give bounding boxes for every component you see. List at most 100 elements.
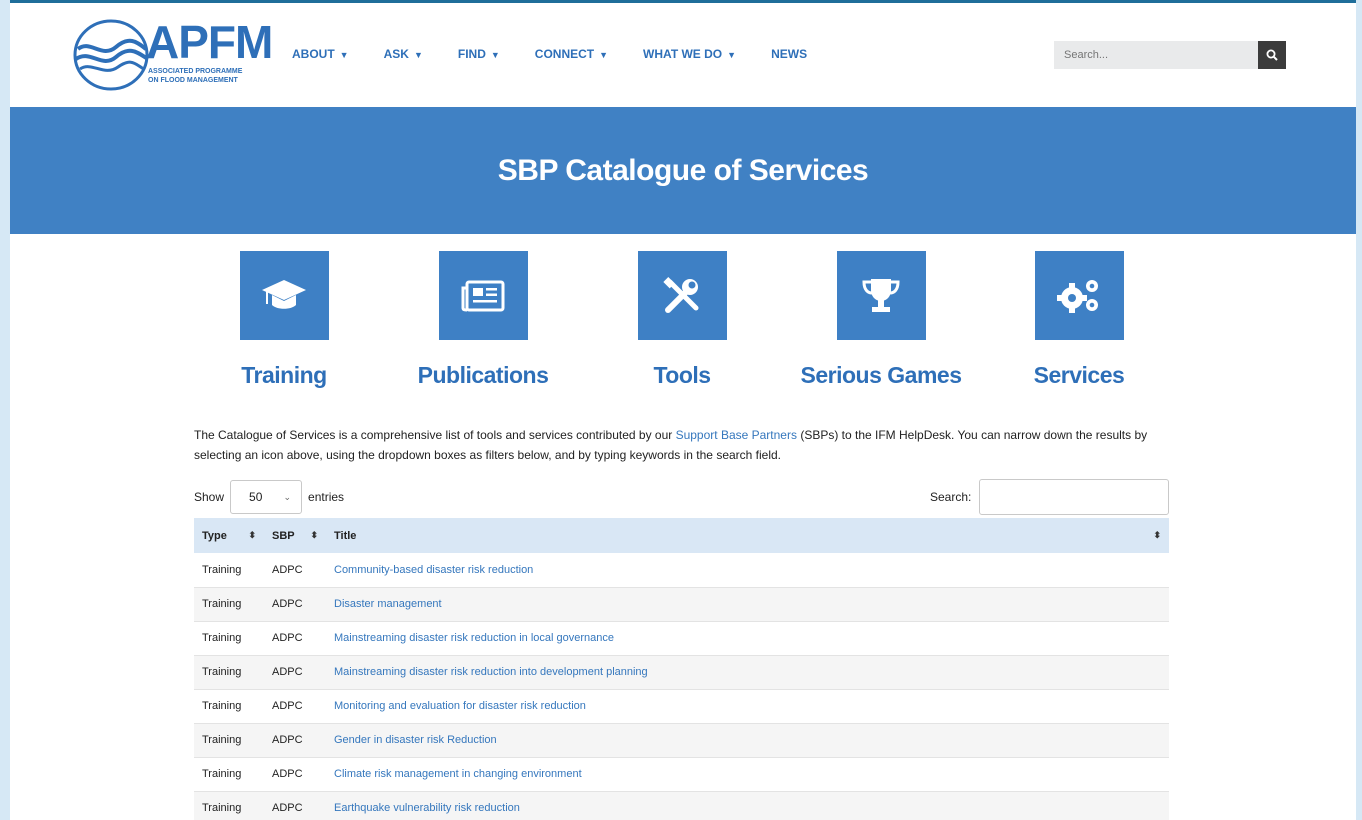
nav-news-label: NEWS: [771, 47, 808, 61]
cell-sbp: ADPC: [272, 802, 303, 814]
search-icon: [1266, 49, 1278, 61]
caret-down-icon: ▼: [599, 50, 609, 60]
cell-type: Training: [202, 632, 242, 644]
table-row: Training ADPC Climate risk management in c…: [194, 757, 1169, 791]
cell-type: Training: [202, 768, 242, 780]
show-label: Show: [194, 490, 225, 504]
table-search: Search:: [930, 479, 1170, 515]
cell-type: Training: [202, 598, 242, 610]
caret-down-icon: ▼: [413, 50, 423, 60]
catalogue-table: Type ⬍ SBP ⬍ Title ⬍ Training ADPC Communi…: [194, 518, 1169, 820]
category-tile: [836, 251, 926, 340]
column-type-label: Type: [202, 529, 227, 542]
table-search-label: Search:: [930, 490, 972, 504]
cell-sbp: ADPC: [272, 768, 303, 780]
category-tile: [1034, 251, 1124, 340]
nav-about[interactable]: ABOUT ▼: [292, 47, 349, 61]
apfm-logo[interactable]: APFM ASSOCIATED PROGRAMME ON FLOOD MANAG…: [72, 17, 273, 93]
chevron-down-icon: ⌄: [283, 491, 292, 502]
nav-connect[interactable]: CONNECT ▼: [535, 47, 608, 61]
table-header-row: Type ⬍ SBP ⬍ Title ⬍: [194, 518, 1169, 553]
column-header-title[interactable]: Title ⬍: [326, 518, 1169, 553]
search-button[interactable]: [1258, 41, 1286, 69]
entries-select-value: 50: [249, 490, 263, 504]
wave-globe-icon: [73, 19, 150, 91]
nav-what-we-do[interactable]: WHAT WE DO ▼: [643, 47, 736, 61]
cell-type: Training: [202, 666, 242, 678]
category-tile: [239, 251, 329, 340]
cell-title-link[interactable]: Gender in disaster risk Reduction: [326, 723, 1169, 757]
caret-down-icon: ▼: [727, 50, 737, 60]
cell-title-link[interactable]: Earthquake vulnerability risk reduction: [326, 791, 1169, 820]
table-row: Training ADPC Earthquake vulnerability ris…: [194, 791, 1169, 820]
site-search-input[interactable]: [1054, 41, 1258, 69]
nav-connect-label: CONNECT: [534, 47, 595, 61]
cell-title-link[interactable]: Mainstreaming disaster risk reduction in…: [326, 655, 1169, 689]
newspaper-icon: [461, 280, 505, 311]
table-row: Training ADPC Mainstreaming disaster risk …: [194, 655, 1169, 689]
page-frame-right: [1356, 0, 1362, 820]
table-row: Training ADPC Gender in disaster risk Redu…: [194, 723, 1169, 757]
entries-select[interactable]: 50 ⌄: [230, 480, 303, 514]
tools-icon: [663, 276, 699, 313]
category-tile: [438, 251, 528, 340]
logo-subtitle: ASSOCIATED PROGRAMME ON FLOOD MANAGEMENT: [148, 68, 243, 84]
nav-ask-label: ASK: [383, 47, 409, 61]
sort-icon: ⬍: [248, 529, 256, 540]
cell-type: Training: [202, 802, 242, 814]
entries-length-control: Show 50 ⌄ entries: [194, 480, 344, 514]
cell-sbp: ADPC: [272, 700, 303, 712]
sort-icon: ⬍: [310, 529, 318, 540]
column-header-sbp[interactable]: SBP ⬍: [264, 518, 326, 553]
table-row: Training ADPC Mainstreaming disaster risk …: [194, 621, 1169, 655]
nav-find-label: FIND: [457, 47, 486, 61]
nav-find[interactable]: FIND ▼: [458, 47, 500, 61]
intro-text-start: The Catalogue of Services is a comprehen…: [194, 428, 676, 442]
logo-acronym: APFM: [146, 16, 273, 68]
category-label: Tools: [653, 362, 711, 388]
category-label: Publications: [417, 362, 549, 388]
cell-type: Training: [202, 734, 242, 746]
column-header-type[interactable]: Type ⬍: [194, 518, 264, 553]
cell-type: Training: [202, 563, 242, 576]
category-training[interactable]: Training: [194, 251, 374, 389]
nav-what-we-do-label: WHAT WE DO: [643, 47, 723, 61]
category-serious-games[interactable]: Serious Games: [791, 251, 971, 389]
sort-icon: ⬍: [1153, 529, 1161, 540]
graduation-cap-icon: [262, 279, 306, 309]
category-label: Training: [241, 362, 327, 388]
caret-down-icon: ▼: [339, 50, 349, 60]
nav-ask[interactable]: ASK ▼: [384, 47, 423, 61]
table-row: Training ADPC Disaster management: [194, 587, 1169, 621]
table-row: Training ADPC Monitoring and evaluation fo…: [194, 689, 1169, 723]
category-label: Services: [1033, 362, 1125, 388]
support-base-partners-link[interactable]: Support Base Partners: [676, 428, 797, 442]
cell-title-link[interactable]: Climate risk management in changing envi…: [326, 757, 1169, 791]
header-search: [1054, 41, 1286, 69]
category-tools[interactable]: Tools: [592, 251, 772, 389]
cell-title-link[interactable]: Mainstreaming disaster risk reduction in…: [326, 621, 1169, 655]
trophy-icon: [862, 278, 900, 312]
table-search-input[interactable]: [979, 479, 1170, 515]
page-banner: SBP Catalogue of Services: [10, 107, 1356, 234]
table-row: Training ADPC Community-based disaster ris…: [194, 553, 1169, 587]
cell-sbp: ADPC: [272, 598, 303, 610]
category-label: Serious Games: [800, 362, 962, 388]
nav-news[interactable]: NEWS: [771, 47, 807, 61]
cell-type: Training: [202, 700, 242, 712]
cell-sbp: ADPC: [272, 563, 303, 576]
column-sbp-label: SBP: [272, 529, 295, 542]
caret-down-icon: ▼: [490, 50, 500, 60]
page-title: SBP Catalogue of Services: [497, 153, 869, 187]
cell-title-link[interactable]: Monitoring and evaluation for disaster r…: [326, 689, 1169, 723]
cell-title-link[interactable]: Disaster management: [326, 587, 1169, 621]
category-publications[interactable]: Publications: [393, 251, 573, 389]
site-header: APFM ASSOCIATED PROGRAMME ON FLOOD MANAG…: [10, 3, 1356, 107]
main-nav: ABOUT ▼ ASK ▼ FIND ▼ CONNECT ▼ WHAT WE DO ▼ N…: [292, 47, 842, 61]
nav-about-label: ABOUT: [292, 47, 335, 61]
cell-sbp: ADPC: [272, 632, 303, 644]
category-tile: [637, 251, 727, 340]
category-services[interactable]: Services: [989, 251, 1169, 389]
column-title-label: Title: [334, 529, 357, 542]
cell-title-link[interactable]: Community-based disaster risk reduction: [326, 553, 1169, 587]
